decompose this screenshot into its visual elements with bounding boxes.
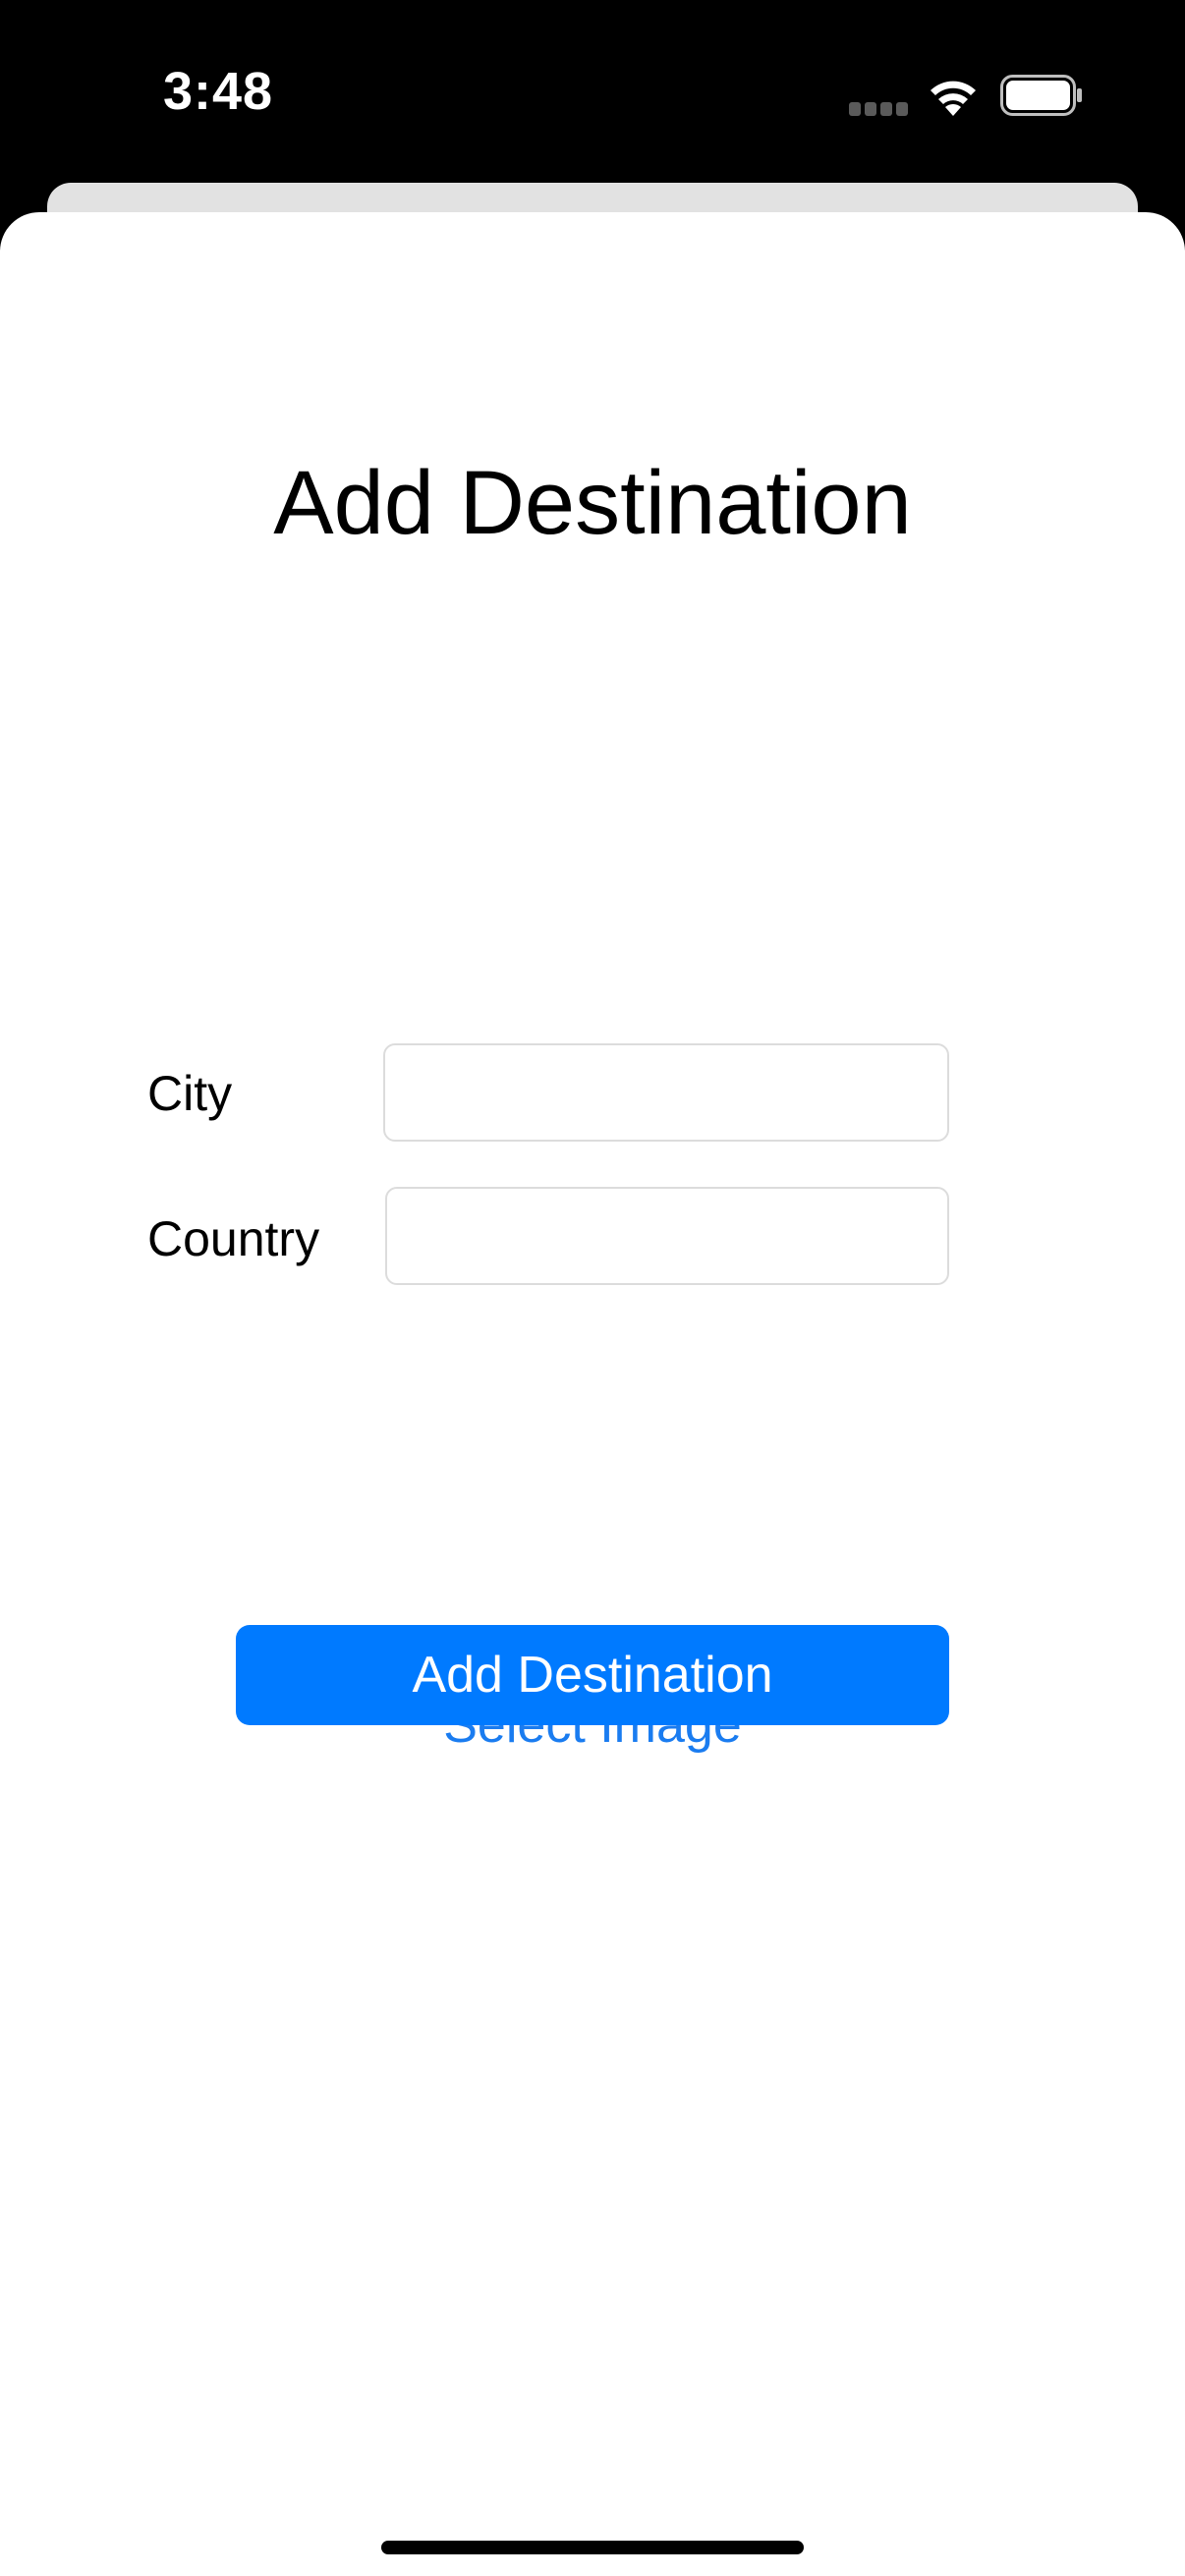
cellular-icon [849, 102, 908, 116]
app-screen: 3:48 Add Destination City Country Select… [0, 0, 1185, 2576]
city-input[interactable] [383, 1043, 949, 1142]
city-label: City [147, 1066, 233, 1121]
country-label: Country [147, 1211, 320, 1266]
battery-icon [1000, 75, 1082, 116]
status-bar: 3:48 [0, 0, 1185, 187]
status-time: 3:48 [163, 62, 274, 121]
page-title: Add Destination [273, 452, 912, 553]
home-indicator[interactable] [381, 2541, 804, 2554]
add-destination-button[interactable]: Add Destination [236, 1625, 949, 1725]
add-destination-sheet: Add Destination City Country Select Imag… [0, 212, 1185, 2576]
wifi-icon [931, 81, 976, 116]
country-input[interactable] [385, 1187, 949, 1285]
